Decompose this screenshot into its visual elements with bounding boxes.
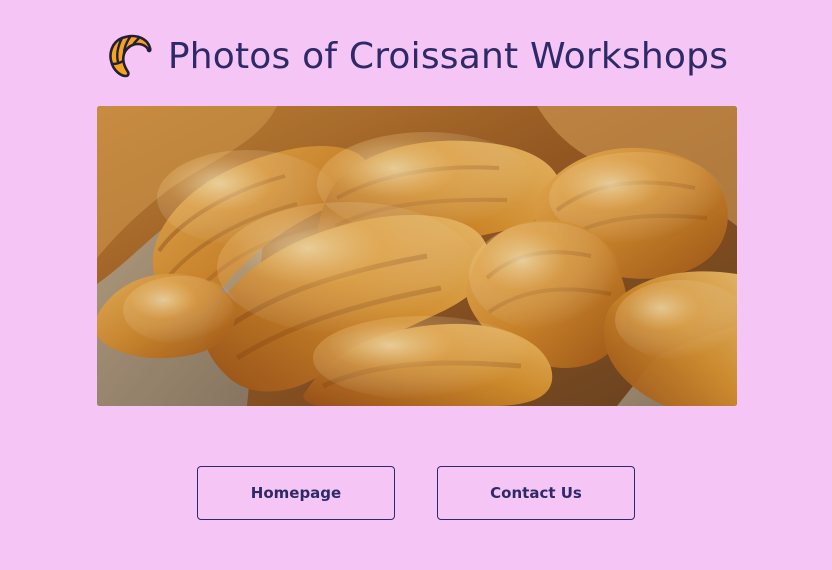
croissant-photo <box>97 106 737 406</box>
croissant-icon <box>109 34 152 78</box>
homepage-button[interactable]: Homepage <box>197 466 395 520</box>
contact-us-button[interactable]: Contact Us <box>437 466 635 520</box>
page-header: Photos of Croissant Workshops <box>0 28 832 84</box>
page-title: Photos of Croissant Workshops <box>167 35 729 77</box>
hero-image <box>97 106 737 406</box>
